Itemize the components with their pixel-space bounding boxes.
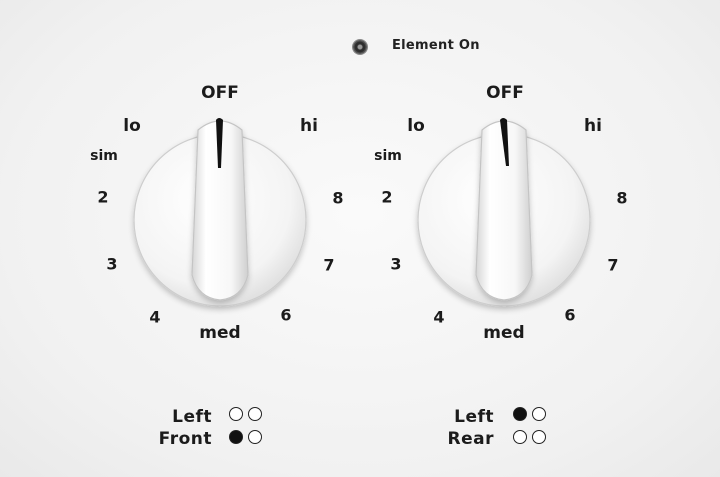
burner-dot-bottom-right (248, 430, 262, 444)
burner-dot-bottom-left (229, 430, 243, 444)
dial-label-sim: sim (374, 148, 402, 164)
burner-knob-left-front[interactable] (120, 100, 320, 315)
burner-dot-bottom-right (532, 430, 546, 444)
burner-knob-left-rear[interactable] (404, 100, 604, 315)
burner-position-diagram-left-rear (513, 407, 553, 447)
dial-label-8: 8 (616, 188, 628, 208)
position-line-2: Rear (447, 429, 494, 449)
element-on-label: Element On (392, 38, 480, 53)
burner-dot-top-right (248, 407, 262, 421)
position-line-1: Left (172, 407, 212, 427)
burner-position-diagram-left-front (229, 407, 269, 447)
control-panel (0, 0, 720, 477)
dial-label-med: med (199, 323, 241, 343)
dial-label-3: 3 (106, 254, 118, 274)
position-label-left-front: Left Front (150, 406, 212, 450)
dial-label-3: 3 (390, 254, 402, 274)
dial-label-7: 7 (323, 255, 335, 275)
position-line-2: Front (158, 429, 212, 449)
dial-label-2: 2 (381, 187, 393, 207)
indicator-light-icon (353, 40, 367, 54)
position-label-left-rear: Left Rear (436, 406, 494, 450)
dial-label-8: 8 (332, 188, 344, 208)
dial-label-med: med (483, 323, 525, 343)
burner-dot-top-left (513, 407, 527, 421)
burner-dot-top-left (229, 407, 243, 421)
burner-dot-bottom-left (513, 430, 527, 444)
dial-label-sim: sim (90, 148, 118, 164)
dial-label-7: 7 (607, 255, 619, 275)
burner-dot-top-right (532, 407, 546, 421)
position-line-1: Left (454, 407, 494, 427)
dial-label-2: 2 (97, 187, 109, 207)
